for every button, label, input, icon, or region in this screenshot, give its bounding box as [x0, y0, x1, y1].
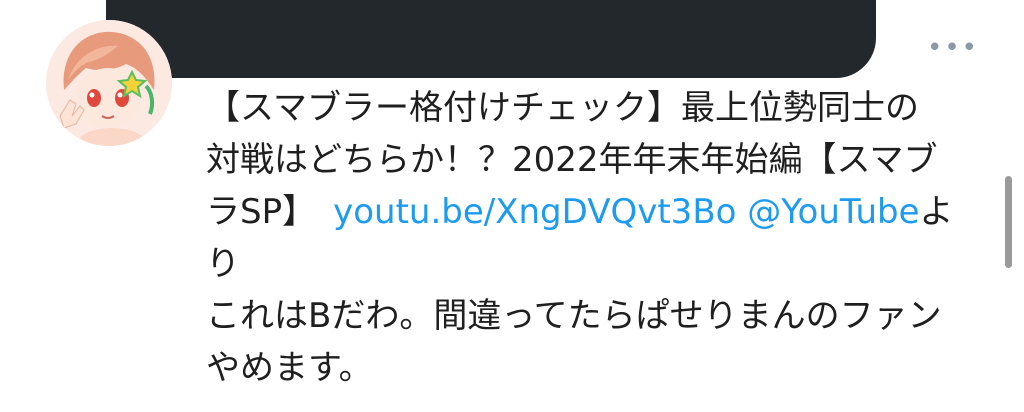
tweet-text-segment: よ	[919, 192, 954, 232]
more-options-button[interactable]: •••	[927, 30, 980, 66]
youtube-mention[interactable]: @YouTube	[747, 192, 919, 232]
tweet-text-line: やめます。	[206, 348, 373, 388]
tweet-text-line: これはBだわ。間違ってたらぱせりまんのファン	[206, 296, 942, 336]
avatar-illustration	[46, 20, 172, 146]
tweet-text-line: 対戦はどちらか！？2022年年末年始編【スマブ	[206, 140, 938, 180]
tweet-text-line: ラSP】 youtu.be/XngDVQvt3Bo @YouTubeよ	[206, 186, 981, 238]
tweet-text-line: 【スマブラー格付けチェック】最上位勢同士の	[206, 88, 919, 128]
redacted-header	[106, 0, 876, 78]
youtube-link[interactable]: youtu.be/XngDVQvt3Bo	[333, 192, 736, 232]
tweet-text-segment: ラSP】	[206, 192, 300, 232]
more-horizontal-icon: •••	[927, 33, 980, 63]
avatar[interactable]	[46, 20, 172, 146]
tweet-card: ••• 【スマブラー格付けチェック】最上位勢同士の 対戦はどちらか！？2022年…	[0, 0, 1024, 412]
scrollbar-thumb[interactable]	[1005, 176, 1012, 268]
tweet-text-line: り	[206, 244, 240, 284]
tweet-text: 【スマブラー格付けチェック】最上位勢同士の 対戦はどちらか！？2022年年末年始…	[206, 82, 981, 394]
